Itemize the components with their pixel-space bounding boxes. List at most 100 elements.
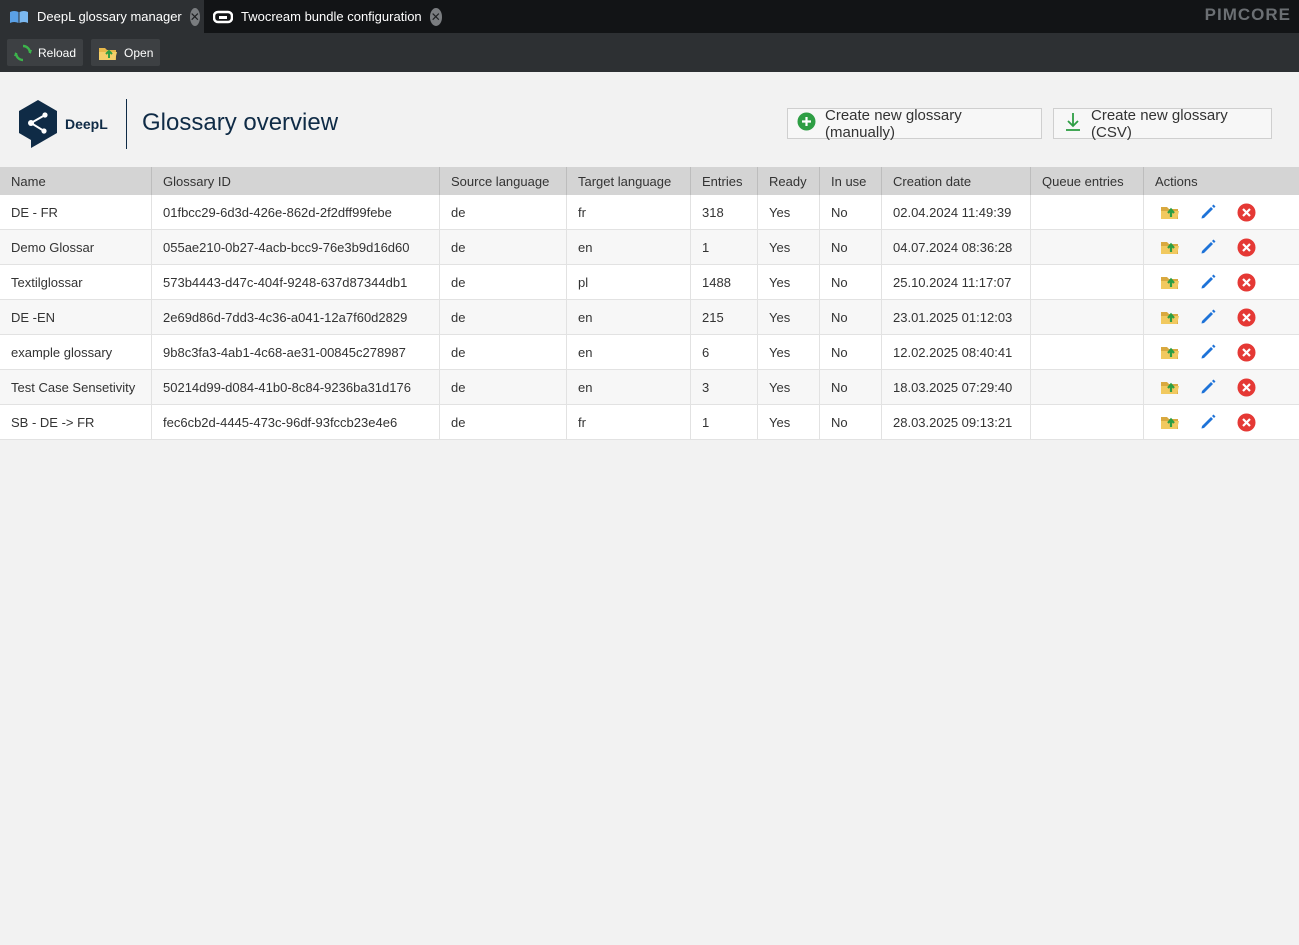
tab-twocream-bundle-configuration[interactable]: Twocream bundle configuration ✕ xyxy=(204,0,450,33)
table-row[interactable]: Demo Glossar 055ae210-0b27-4acb-bcc9-76e… xyxy=(0,230,1299,265)
table-row[interactable]: DE -EN 2e69d86d-7dd3-4c36-a041-12a7f60d2… xyxy=(0,300,1299,335)
cell-ready: Yes xyxy=(758,335,820,369)
cell-ready: Yes xyxy=(758,370,820,404)
cell-ready: Yes xyxy=(758,230,820,264)
cell-creation-date: 04.07.2024 08:36:28 xyxy=(882,230,1031,264)
cell-entries: 1 xyxy=(691,230,758,264)
close-icon[interactable]: ✕ xyxy=(429,7,442,26)
folder-upload-icon[interactable] xyxy=(1160,272,1180,292)
cell-actions xyxy=(1144,230,1299,264)
folder-upload-icon[interactable] xyxy=(1160,237,1180,257)
page-header: DeepL Glossary overview Create new gloss… xyxy=(0,72,1299,167)
cell-target-language: en xyxy=(567,335,691,369)
cell-queue-entries xyxy=(1031,405,1144,439)
cell-creation-date: 18.03.2025 07:29:40 xyxy=(882,370,1031,404)
cell-creation-date: 02.04.2024 11:49:39 xyxy=(882,195,1031,229)
tab-label: DeepL glossary manager xyxy=(37,9,182,24)
pencil-icon[interactable] xyxy=(1198,202,1218,222)
tab-deepl-glossary-manager[interactable]: DeepL glossary manager ✕ xyxy=(0,0,204,33)
cell-target-language: fr xyxy=(567,405,691,439)
bundle-icon xyxy=(213,10,233,24)
pencil-icon[interactable] xyxy=(1198,307,1218,327)
folder-upload-icon[interactable] xyxy=(1160,377,1180,397)
column-header-glossary-id[interactable]: Glossary ID xyxy=(152,167,440,195)
reload-button[interactable]: Reload xyxy=(7,39,84,66)
delete-icon[interactable] xyxy=(1236,272,1256,292)
delete-icon[interactable] xyxy=(1236,237,1256,257)
cell-in-use: No xyxy=(820,300,882,334)
open-button[interactable]: Open xyxy=(91,39,161,66)
reload-label: Reload xyxy=(38,45,77,60)
cell-queue-entries xyxy=(1031,230,1144,264)
cell-name: Textilglossar xyxy=(0,265,152,299)
book-icon xyxy=(9,10,29,24)
folder-upload-icon[interactable] xyxy=(1160,307,1180,327)
table-row[interactable]: DE - FR 01fbcc29-6d3d-426e-862d-2f2dff99… xyxy=(0,195,1299,230)
cell-glossary-id: 573b4443-d47c-404f-9248-637d87344db1 xyxy=(152,265,440,299)
cell-in-use: No xyxy=(820,335,882,369)
column-header-name[interactable]: Name xyxy=(0,167,152,195)
grid-header: Name Glossary ID Source language Target … xyxy=(0,167,1299,195)
column-header-source-language[interactable]: Source language xyxy=(440,167,567,195)
create-glossary-manual-button[interactable]: Create new glossary (manually) xyxy=(787,107,1042,141)
cell-source-language: de xyxy=(440,405,567,439)
cell-name: Demo Glossar xyxy=(0,230,152,264)
column-header-entries[interactable]: Entries xyxy=(691,167,758,195)
folder-upload-icon[interactable] xyxy=(1160,342,1180,362)
table-row[interactable]: Textilglossar 573b4443-d47c-404f-9248-63… xyxy=(0,265,1299,300)
cell-actions xyxy=(1144,195,1299,229)
cell-source-language: de xyxy=(440,370,567,404)
cell-target-language: en xyxy=(567,230,691,264)
cell-glossary-id: 2e69d86d-7dd3-4c36-a041-12a7f60d2829 xyxy=(152,300,440,334)
table-row[interactable]: SB - DE -> FR fec6cb2d-4445-473c-96df-93… xyxy=(0,405,1299,440)
delete-icon[interactable] xyxy=(1236,377,1256,397)
cell-in-use: No xyxy=(820,230,882,264)
table-row[interactable]: example glossary 9b8c3fa3-4ab1-4c68-ae31… xyxy=(0,335,1299,370)
cell-queue-entries xyxy=(1031,195,1144,229)
cell-in-use: No xyxy=(820,265,882,299)
cell-actions xyxy=(1144,370,1299,404)
pencil-icon[interactable] xyxy=(1198,272,1218,292)
cell-glossary-id: 9b8c3fa3-4ab1-4c68-ae31-00845c278987 xyxy=(152,335,440,369)
cell-source-language: de xyxy=(440,265,567,299)
open-label: Open xyxy=(124,45,154,60)
cell-entries: 1 xyxy=(691,405,758,439)
column-header-in-use[interactable]: In use xyxy=(820,167,882,195)
folder-upload-icon[interactable] xyxy=(1160,202,1180,222)
delete-icon[interactable] xyxy=(1236,307,1256,327)
delete-icon[interactable] xyxy=(1236,342,1256,362)
table-row[interactable]: Test Case Sensetivity 50214d99-d084-41b0… xyxy=(0,370,1299,405)
cell-in-use: No xyxy=(820,405,882,439)
cell-target-language: pl xyxy=(567,265,691,299)
grid-body: DE - FR 01fbcc29-6d3d-426e-862d-2f2dff99… xyxy=(0,195,1299,440)
folder-upload-icon[interactable] xyxy=(1160,412,1180,432)
column-header-queue-entries[interactable]: Queue entries xyxy=(1031,167,1144,195)
cell-source-language: de xyxy=(440,335,567,369)
cell-actions xyxy=(1144,405,1299,439)
column-header-creation-date[interactable]: Creation date xyxy=(882,167,1031,195)
cell-source-language: de xyxy=(440,230,567,264)
cell-name: example glossary xyxy=(0,335,152,369)
pencil-icon[interactable] xyxy=(1198,377,1218,397)
tab-bar: DeepL glossary manager ✕ Twocream bundle… xyxy=(0,0,1299,33)
deepl-logo: DeepL xyxy=(17,99,108,149)
delete-icon[interactable] xyxy=(1236,202,1256,222)
open-folder-icon xyxy=(98,44,118,62)
cell-glossary-id: 50214d99-d084-41b0-8c84-9236ba31d176 xyxy=(152,370,440,404)
cell-ready: Yes xyxy=(758,300,820,334)
close-icon[interactable]: ✕ xyxy=(189,7,200,26)
cell-name: DE -EN xyxy=(0,300,152,334)
pencil-icon[interactable] xyxy=(1198,412,1218,432)
pencil-icon[interactable] xyxy=(1198,237,1218,257)
cell-queue-entries xyxy=(1031,300,1144,334)
cell-source-language: de xyxy=(440,195,567,229)
cell-in-use: No xyxy=(820,370,882,404)
delete-icon[interactable] xyxy=(1236,412,1256,432)
pencil-icon[interactable] xyxy=(1198,342,1218,362)
create-glossary-csv-button[interactable]: Create new glossary (CSV) xyxy=(1053,107,1272,141)
cell-entries: 1488 xyxy=(691,265,758,299)
glossary-grid: Name Glossary ID Source language Target … xyxy=(0,167,1299,440)
column-header-ready[interactable]: Ready xyxy=(758,167,820,195)
cell-creation-date: 12.02.2025 08:40:41 xyxy=(882,335,1031,369)
column-header-target-language[interactable]: Target language xyxy=(567,167,691,195)
